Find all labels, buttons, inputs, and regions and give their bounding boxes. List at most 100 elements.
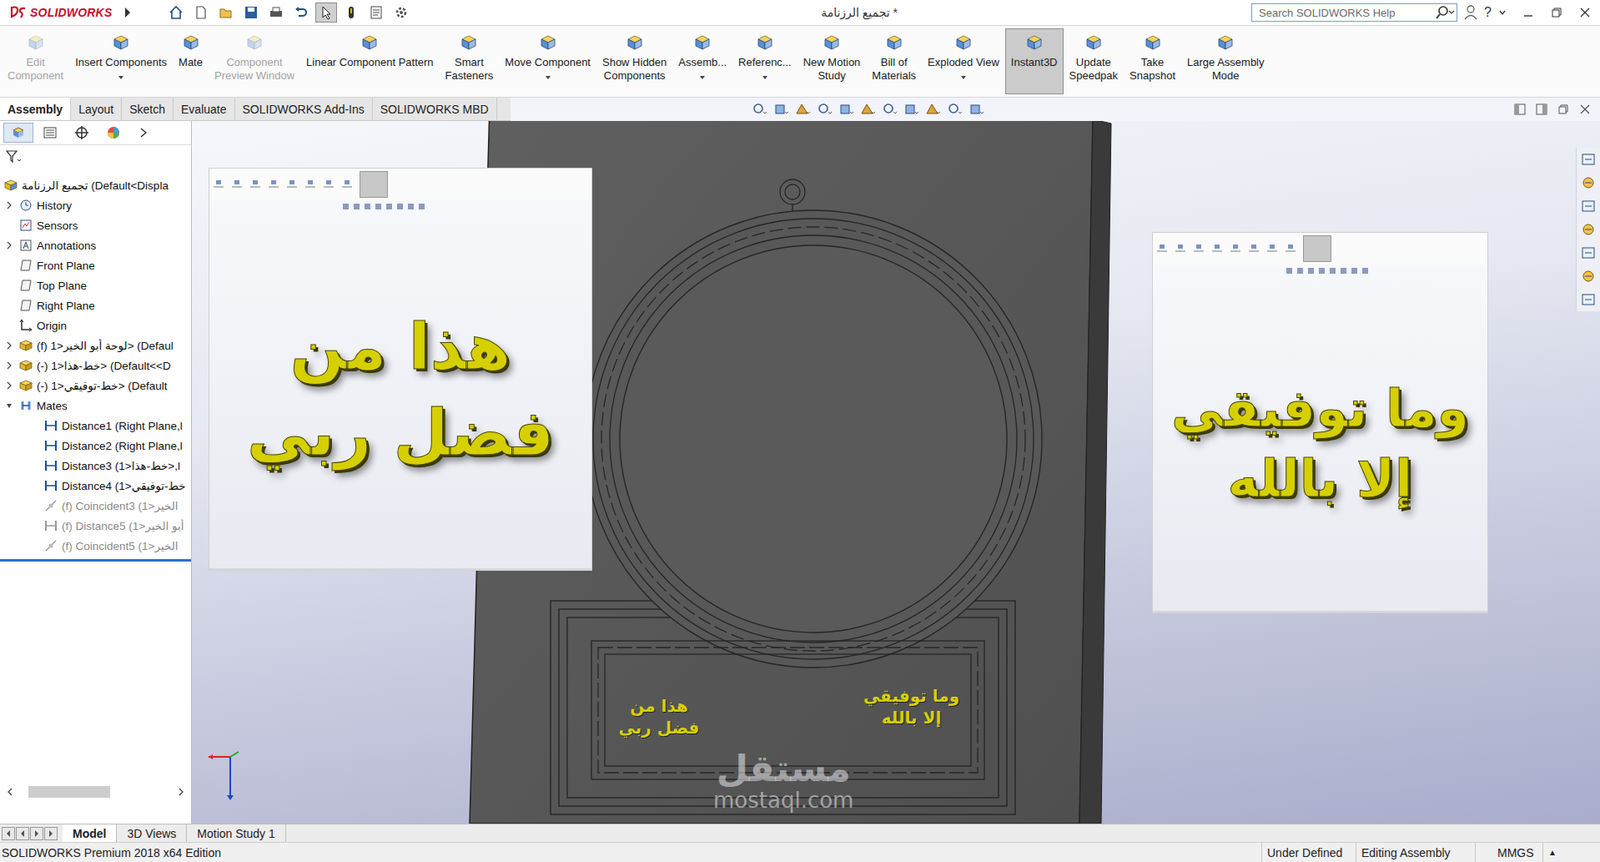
tree-item[interactable]: تجميع الرزنامة (Default<Displa	[0, 175, 192, 196]
view-tool-icon[interactable]	[772, 101, 790, 117]
task-pane-icon[interactable]	[1579, 244, 1597, 262]
tab-nav-icon[interactable]	[1, 826, 16, 841]
view-tool-icon[interactable]	[794, 101, 811, 117]
tree-item[interactable]: Annotations	[0, 235, 192, 256]
task-pane-icon[interactable]	[1579, 221, 1597, 238]
help-dropdown-icon[interactable]	[1498, 8, 1507, 17]
ribbon-button[interactable]: Move Component	[498, 28, 597, 95]
filter-icon[interactable]	[5, 149, 24, 165]
tree-item[interactable]: Mates	[0, 395, 192, 416]
ribbon-button[interactable]: New MotionStudy	[797, 28, 867, 95]
task-pane-icon[interactable]	[1579, 291, 1597, 308]
rollback-bar[interactable]	[0, 558, 192, 562]
command-tab[interactable]: Assembly	[0, 97, 71, 121]
graphics-area[interactable]: هذا من فضل ربيوما توفيقي إلا باللههذا من…	[191, 120, 1600, 824]
collapsed-arrow-icon[interactable]	[5, 381, 14, 390]
tree-item[interactable]: Distance2 (Right Plane,l	[0, 435, 192, 456]
ribbon-button[interactable]: Instant3D	[1005, 28, 1064, 95]
scroll-right-icon[interactable]	[176, 786, 187, 797]
tab-nav-icon[interactable]	[15, 826, 30, 841]
dropdown-arrow-icon[interactable]	[116, 74, 126, 81]
command-tab[interactable]: Layout	[70, 97, 122, 121]
appearance-tab[interactable]	[98, 122, 129, 143]
collapsed-arrow-icon[interactable]	[5, 341, 14, 350]
tree-item[interactable]: (-) خط-توفيقي<1> (Default	[0, 375, 192, 396]
tab-nav-icon[interactable]	[44, 826, 58, 841]
undo-button[interactable]	[290, 2, 312, 23]
ribbon-button[interactable]: Insert Components	[69, 28, 173, 95]
ribbon-button[interactable]: Exploded View	[921, 28, 1006, 95]
status-field[interactable]: Under Defined	[1261, 842, 1356, 862]
ribbon-button[interactable]: SmartFasteners	[439, 28, 500, 95]
tree-item[interactable]: History	[0, 195, 192, 216]
tree-item[interactable]: Distance3 (خط-هذا<1>,l	[0, 455, 192, 476]
command-tab[interactable]: Evaluate	[173, 97, 235, 121]
solidworks-logo[interactable]: SOLIDWORKS	[10, 5, 119, 20]
file-button[interactable]	[365, 2, 388, 23]
plate-calligraphy[interactable]: وما توفيقي إلا بالله	[859, 684, 964, 729]
ribbon-button[interactable]: Linear Component Pattern	[300, 28, 439, 95]
home-button[interactable]	[165, 2, 187, 23]
calligraphy-model[interactable]: وما توفيقي إلا بالله	[1170, 373, 1471, 514]
close-view-icon[interactable]	[1578, 102, 1592, 116]
view-tool-icon[interactable]	[859, 101, 876, 117]
close-icon[interactable]	[1578, 5, 1592, 20]
print-button[interactable]	[265, 2, 287, 23]
scroll-thumb[interactable]	[28, 785, 111, 798]
status-field[interactable]: MMGS	[1474, 842, 1543, 862]
model-tab[interactable]: Motion Study 1	[186, 824, 286, 842]
feature-tree-tab[interactable]	[3, 122, 34, 143]
view-tool-icon[interactable]	[815, 101, 833, 117]
menu-arrow-icon[interactable]	[123, 6, 132, 19]
collapsed-arrow-icon[interactable]	[5, 241, 14, 250]
tile-left-icon[interactable]	[1513, 102, 1527, 116]
status-field[interactable]: Editing Assembly	[1355, 842, 1475, 862]
restore-icon[interactable]	[1549, 5, 1564, 20]
tile-right-icon[interactable]	[1534, 102, 1549, 116]
model-tab[interactable]: Model	[62, 824, 117, 842]
tree-item[interactable]: Sensors	[0, 215, 192, 236]
ribbon-button[interactable]: UpdateSpeedpak	[1063, 28, 1125, 95]
ribbon-button[interactable]: Mate	[172, 28, 209, 95]
configuration-tab[interactable]	[66, 122, 97, 143]
restore-view-icon[interactable]	[1556, 102, 1570, 116]
command-tab[interactable]: Sketch	[121, 97, 174, 121]
status-field[interactable]: ▲	[1542, 842, 1600, 862]
rebuild-button[interactable]	[340, 2, 363, 23]
tree-item[interactable]: Distance1 (Right Plane,l	[0, 415, 192, 436]
tree-item[interactable]: Front Plane	[0, 255, 192, 276]
command-tab[interactable]: SOLIDWORKS MBD	[372, 97, 498, 121]
view-tool-icon[interactable]	[750, 101, 768, 117]
help-button[interactable]: ?	[1484, 5, 1492, 21]
view-tool-icon[interactable]	[902, 101, 920, 117]
ribbon-button[interactable]: Show HiddenComponents	[596, 28, 673, 95]
expanded-arrow-icon[interactable]	[5, 401, 14, 410]
select-button[interactable]	[315, 2, 338, 23]
model-tab[interactable]: 3D Views	[116, 824, 187, 842]
tree-item[interactable]: Origin	[0, 315, 192, 336]
new-button[interactable]	[190, 2, 212, 23]
property-tab[interactable]	[35, 122, 66, 143]
tree-item[interactable]: (f) Distance5 (أبو الخير<1	[0, 515, 192, 536]
view-tool-icon[interactable]	[967, 101, 985, 117]
dropdown-arrow-icon[interactable]	[698, 74, 707, 81]
ribbon-button[interactable]: Large AssemblyMode	[1181, 28, 1271, 95]
gear-button[interactable]	[390, 2, 413, 23]
plate-calligraphy[interactable]: هذا من فضل ربي	[608, 694, 710, 739]
view-tool-icon[interactable]	[945, 101, 963, 117]
dropdown-arrow-icon[interactable]	[760, 74, 770, 81]
horizontal-scrollbar[interactable]	[0, 783, 192, 800]
view-tool-icon[interactable]	[837, 101, 855, 117]
user-icon[interactable]	[1464, 5, 1478, 21]
dropdown-arrow-icon[interactable]	[543, 74, 553, 81]
tree-item[interactable]: Top Plane	[0, 275, 192, 296]
open-button[interactable]	[215, 2, 237, 23]
task-pane-icon[interactable]	[1579, 267, 1597, 285]
tree-item[interactable]: Right Plane	[0, 295, 192, 316]
tree-item[interactable]: Distance4 (خط-توفيقي<1	[0, 475, 192, 496]
task-pane-icon[interactable]	[1579, 197, 1597, 215]
dropdown-arrow-icon[interactable]	[959, 74, 968, 81]
view-tool-icon[interactable]	[924, 101, 941, 117]
minimize-icon[interactable]	[1521, 5, 1535, 20]
collapsed-arrow-icon[interactable]	[5, 361, 14, 370]
